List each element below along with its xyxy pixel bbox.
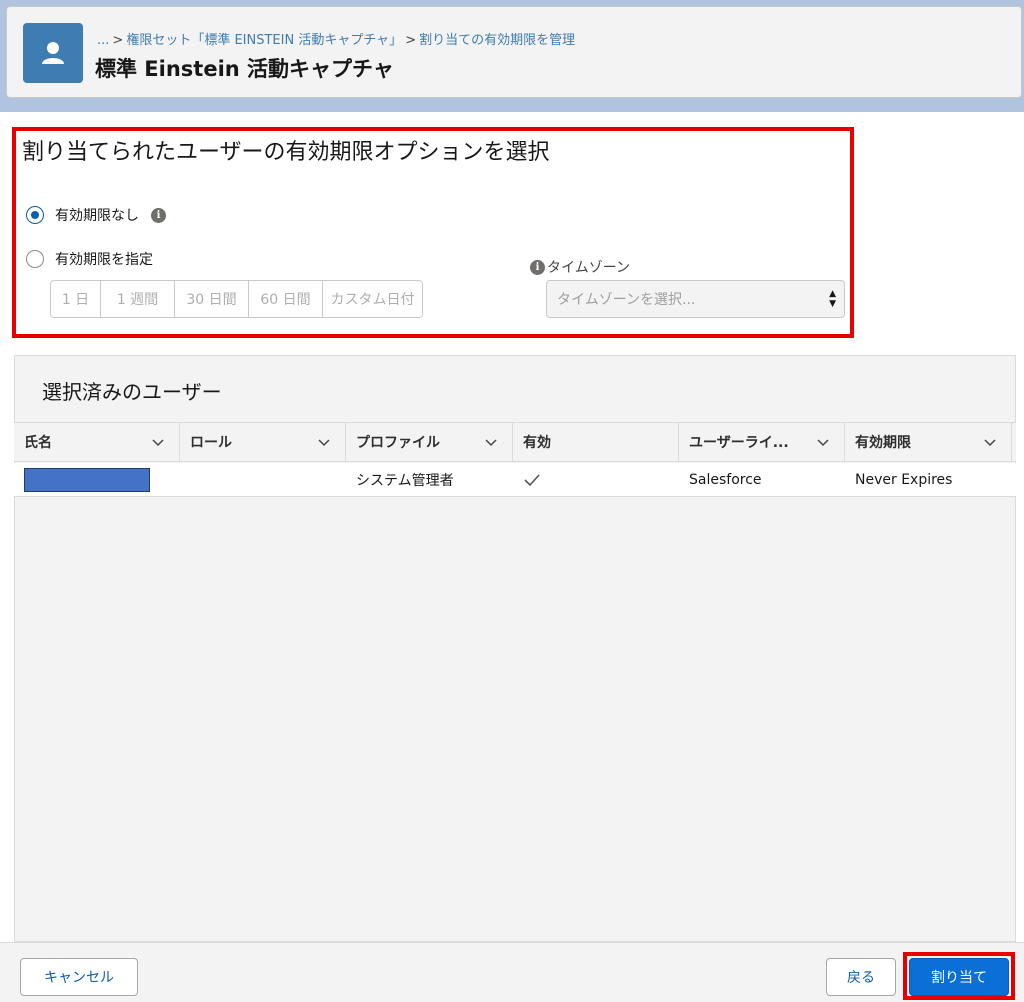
radio-label-specify-expiration: 有効期限を指定: [55, 252, 153, 268]
back-button[interactable]: 戻る: [826, 958, 896, 996]
users-table-header: 氏名 ロール プロファイル 有効 ユーザーライ... 有効期限: [14, 422, 1016, 462]
cancel-button[interactable]: キャンセル: [20, 958, 138, 996]
breadcrumb-ellipsis[interactable]: ...: [97, 33, 109, 48]
column-header-active[interactable]: 有効: [513, 423, 679, 461]
radio-no-expiration[interactable]: 有効期限なし i: [26, 205, 166, 225]
cell-expiration: Never Expires: [855, 471, 953, 488]
breadcrumb-separator: >: [112, 33, 124, 48]
duration-custom-date-button[interactable]: カスタム日付: [323, 281, 422, 317]
column-header-expiration[interactable]: 有効期限: [845, 423, 1012, 461]
chevron-down-icon[interactable]: [317, 435, 331, 449]
cell-active: [513, 463, 679, 497]
duration-1-week-button[interactable]: 1 週間: [101, 281, 175, 317]
chevron-down-icon[interactable]: [816, 435, 830, 449]
timezone-label-text: タイムゾーン: [547, 260, 631, 276]
selected-users-title: 選択済みのユーザー: [42, 380, 222, 404]
radio-specify-expiration[interactable]: 有効期限を指定: [26, 249, 153, 269]
radio-button-checked[interactable]: [26, 206, 44, 224]
page-header-background: ... > 権限セット「標準 EINSTEIN 活動キャプチャ」 > 割り当ての有効期限…: [0, 0, 1024, 112]
breadcrumb-separator: >: [405, 33, 417, 48]
chevron-down-icon[interactable]: [484, 435, 498, 449]
duration-1-day-button[interactable]: 1 日: [51, 281, 101, 317]
checkmark-icon: [524, 473, 540, 486]
breadcrumb: ... > 権限セット「標準 EINSTEIN 活動キャプチャ」 > 割り当ての有効期限…: [97, 29, 575, 48]
page-header: ... > 権限セット「標準 EINSTEIN 活動キャプチャ」 > 割り当ての有効期限…: [6, 6, 1022, 98]
column-header-label: 有効期限: [855, 435, 911, 451]
redacted-name: [24, 467, 150, 492]
timezone-select[interactable]: タイムゾーンを選択... ▲ ▼: [546, 280, 845, 318]
duration-60-days-button[interactable]: 60 日間: [249, 281, 323, 317]
table-row[interactable]: システム管理者 Salesforce Never Expires: [14, 463, 1016, 497]
breadcrumb-manage-expiration-link[interactable]: 割り当ての有効期限を管理: [419, 33, 575, 48]
column-header-label: 有効: [523, 435, 551, 451]
assign-button[interactable]: 割り当て: [909, 958, 1009, 996]
user-icon: [23, 23, 83, 83]
column-header-label: ユーザーライ...: [689, 435, 789, 451]
timezone-label: i タイムゾーン: [530, 257, 630, 277]
cell-profile: システム管理者: [356, 472, 454, 489]
column-header-label: プロファイル: [356, 435, 440, 451]
info-icon[interactable]: i: [151, 207, 166, 223]
cell-name: [14, 463, 180, 497]
duration-30-days-button[interactable]: 30 日間: [175, 281, 249, 317]
select-arrows-icon: ▲ ▼: [829, 289, 836, 309]
radio-label-no-expiration: 有効期限なし: [55, 208, 139, 224]
page-title: 標準 Einstein 活動キャプチャ: [95, 57, 394, 81]
column-header-profile[interactable]: プロファイル: [346, 423, 513, 461]
column-header-label: ロール: [190, 435, 232, 451]
duration-button-group: 1 日 1 週間 30 日間 60 日間 カスタム日付: [50, 280, 423, 318]
radio-button-unchecked[interactable]: [26, 250, 44, 268]
column-header-name[interactable]: 氏名: [14, 423, 180, 461]
chevron-down-icon[interactable]: [983, 435, 997, 449]
info-icon[interactable]: i: [530, 259, 545, 275]
breadcrumb-permission-set-link[interactable]: 権限セット「標準 EINSTEIN 活動キャプチャ」: [126, 33, 402, 48]
chevron-down-icon[interactable]: [151, 435, 165, 449]
column-header-label: 氏名: [24, 435, 52, 451]
column-header-role[interactable]: ロール: [180, 423, 346, 461]
column-header-user-license[interactable]: ユーザーライ...: [679, 423, 845, 461]
cell-user-license: Salesforce: [689, 471, 762, 488]
expiration-section-title: 割り当てられたユーザーの有効期限オプションを選択: [22, 140, 550, 165]
timezone-placeholder: タイムゾーンを選択...: [557, 292, 696, 308]
cell-role: [180, 463, 346, 497]
